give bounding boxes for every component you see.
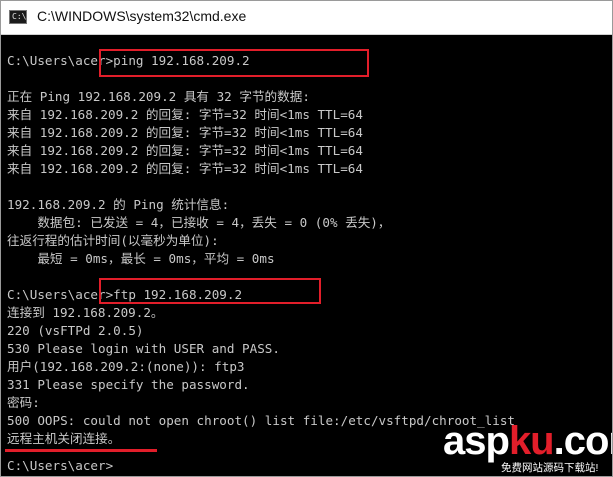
console-line: 来自 192.168.209.2 的回复: 字节=32 时间<1ms TTL=6… <box>7 125 363 140</box>
console-prompt: C:\Users\acer> <box>7 458 114 473</box>
console-line: 192.168.209.2 的 Ping 统计信息: <box>7 197 230 212</box>
window-title: C:\WINDOWS\system32\cmd.exe <box>37 8 247 24</box>
title-bar[interactable]: C:\ C:\WINDOWS\system32\cmd.exe <box>1 1 612 35</box>
console-output[interactable]: C:\Users\acer>ping 192.168.209.2 正在 Ping… <box>1 35 612 476</box>
console-line: 220 (vsFTPd 2.0.5) <box>7 323 144 338</box>
console-line: 最短 = 0ms，最长 = 0ms，平均 = 0ms <box>7 251 275 266</box>
console-line: 往返行程的估计时间(以毫秒为单位): <box>7 233 219 248</box>
watermark-logo: aspku.com <box>443 419 612 463</box>
console-line: 正在 Ping 192.168.209.2 具有 32 字节的数据: <box>7 89 310 104</box>
highlight-box-ftp-command <box>99 278 321 304</box>
aspku-watermark: aspku.com 免费网站源码下载站! <box>437 417 612 475</box>
console-line: 来自 192.168.209.2 的回复: 字节=32 时间<1ms TTL=6… <box>7 143 363 158</box>
console-line: 密码: <box>7 395 40 410</box>
cmd-icon: C:\ <box>9 10 27 24</box>
cmd-icon-label: C:\ <box>12 12 27 21</box>
watermark-subtitle: 免费网站源码下载站! <box>501 462 599 474</box>
highlight-box-ping-command <box>99 49 369 77</box>
console-line: 连接到 192.168.209.2。 <box>7 305 164 320</box>
cmd-window: C:\ C:\WINDOWS\system32\cmd.exe C:\Users… <box>0 0 613 477</box>
console-line: 远程主机关闭连接。 <box>7 431 121 446</box>
console-line: 用户(192.168.209.2:(none)): ftp3 <box>7 359 245 374</box>
console-line: 来自 192.168.209.2 的回复: 字节=32 时间<1ms TTL=6… <box>7 107 363 122</box>
console-line: 530 Please login with USER and PASS. <box>7 341 280 356</box>
console-line: 来自 192.168.209.2 的回复: 字节=32 时间<1ms TTL=6… <box>7 161 363 176</box>
console-line: 数据包: 已发送 = 4，已接收 = 4，丢失 = 0 (0% 丢失)， <box>7 215 391 230</box>
console-line: 331 Please specify the password. <box>7 377 250 392</box>
highlight-underline-connection-closed <box>5 449 157 452</box>
